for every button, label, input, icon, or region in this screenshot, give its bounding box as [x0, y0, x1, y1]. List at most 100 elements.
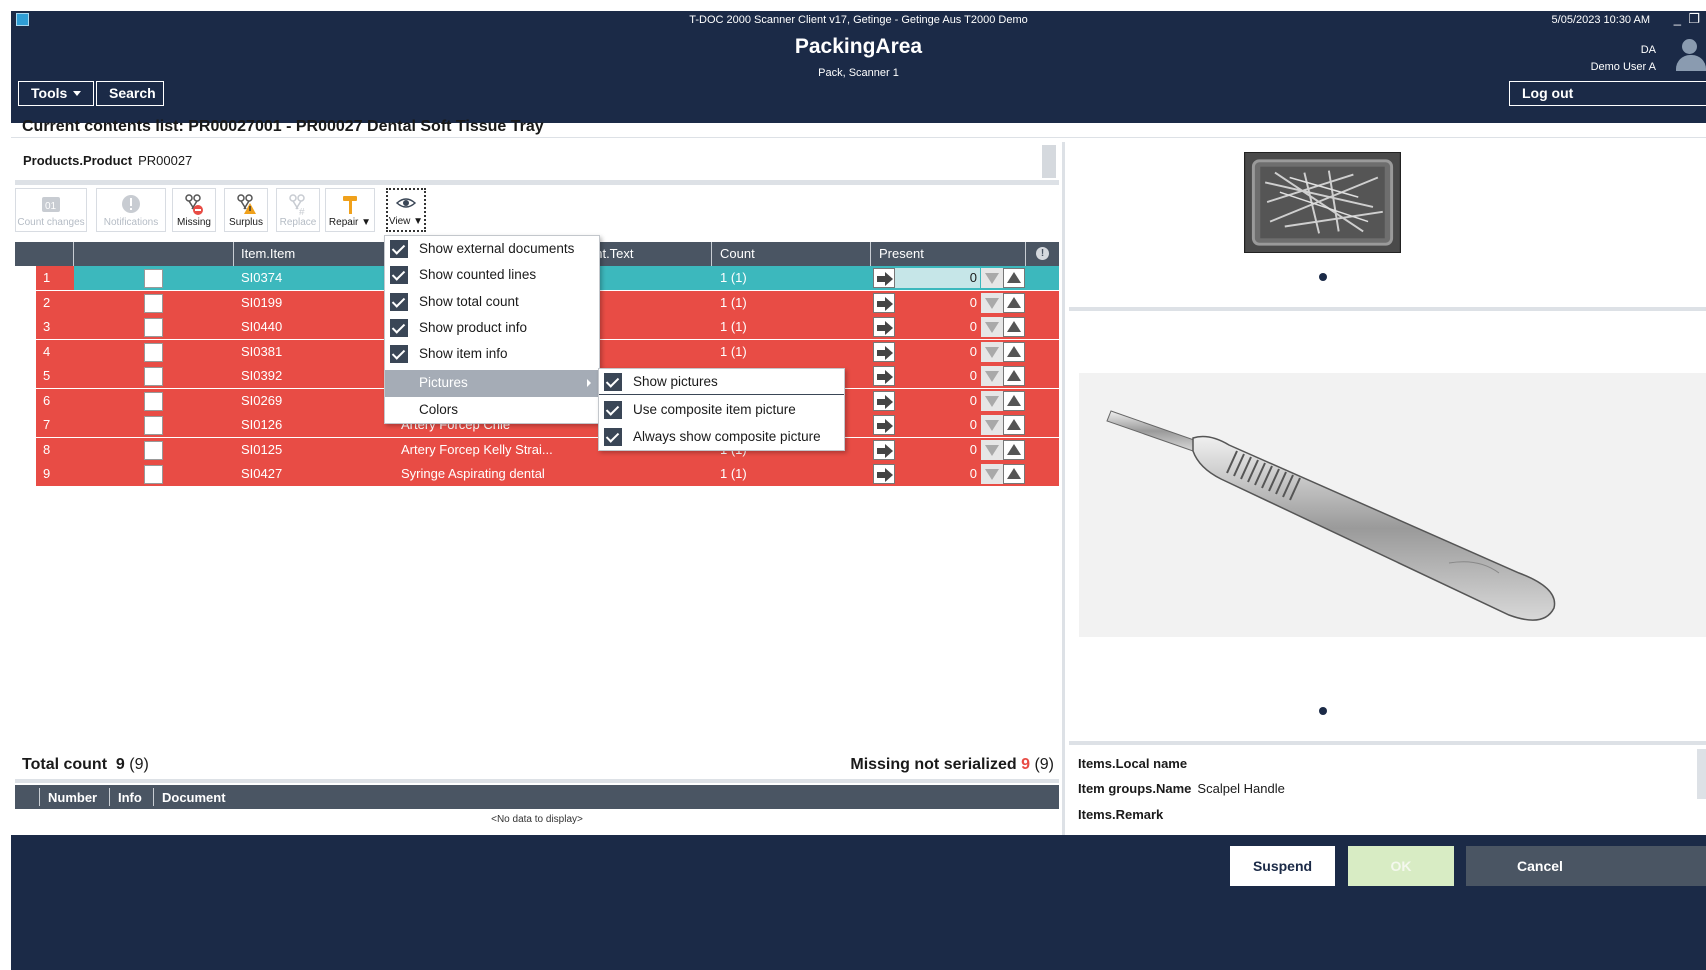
arrow-right-icon[interactable]	[873, 341, 895, 362]
arrow-right-icon[interactable]	[873, 366, 895, 386]
arrow-right-icon[interactable]	[873, 268, 895, 288]
decrement-icon[interactable]	[981, 341, 1003, 362]
increment-icon[interactable]	[1003, 268, 1025, 288]
row-checkbox[interactable]	[144, 269, 163, 288]
present-value[interactable]: 0	[895, 440, 980, 460]
increment-icon[interactable]	[1003, 317, 1025, 337]
row-checkbox[interactable]	[144, 465, 163, 484]
present-value[interactable]: 0	[895, 464, 980, 484]
tools-label: Tools	[31, 85, 68, 101]
menu-item-show-counted-lines[interactable]: Show counted lines	[385, 262, 599, 288]
increment-icon[interactable]	[1003, 366, 1025, 386]
menu-item-show-total-count[interactable]: Show total count	[385, 289, 599, 315]
checkbox-checked-icon[interactable]	[390, 292, 408, 311]
present-value[interactable]: 0	[895, 293, 980, 313]
ok-button[interactable]: OK	[1348, 846, 1454, 886]
panel-divider[interactable]	[1062, 142, 1065, 839]
decrement-icon[interactable]	[981, 268, 1003, 288]
menu-item-show-pictures[interactable]: Show pictures	[599, 369, 844, 396]
present-value[interactable]: 0	[895, 391, 980, 411]
checkbox-checked-icon[interactable]	[390, 345, 408, 364]
surplus-button[interactable]: Surplus	[224, 188, 268, 232]
arrow-right-icon[interactable]	[873, 292, 895, 313]
picture-pager-dot[interactable]	[1319, 707, 1327, 715]
table-row[interactable]: 9 SI0427 Syringe Aspirating dental 1 (1) 0	[15, 462, 1059, 487]
arrow-right-icon[interactable]	[873, 464, 895, 484]
search-button[interactable]: Search	[96, 81, 164, 106]
increment-icon[interactable]	[1003, 439, 1025, 460]
count-changes-button[interactable]: 01 Count changes	[15, 188, 87, 232]
view-button[interactable]: View ▼	[386, 188, 426, 232]
scalpel-handle-picture[interactable]	[1089, 383, 1706, 633]
menu-item-show-product-info[interactable]: Show product info	[385, 315, 599, 341]
info-scrollbar[interactable]	[1697, 749, 1706, 799]
alert-icon: !	[1036, 247, 1049, 260]
repair-button[interactable]: Repair ▼	[325, 188, 375, 232]
row-checkbox[interactable]	[144, 342, 163, 362]
logout-button[interactable]: Log out	[1509, 81, 1706, 106]
tray-picture[interactable]	[1244, 152, 1401, 253]
row-checkbox[interactable]	[144, 391, 163, 411]
column-header-document[interactable]: Document	[162, 790, 226, 805]
arrow-right-icon[interactable]	[873, 390, 895, 411]
row-checkbox[interactable]	[144, 318, 163, 337]
menu-item-show-item-info[interactable]: Show item info	[385, 341, 599, 367]
decrement-icon[interactable]	[981, 439, 1003, 460]
column-header-info[interactable]: Info	[118, 790, 142, 805]
column-header-item[interactable]: Item.Item	[241, 246, 295, 261]
increment-icon[interactable]	[1003, 341, 1025, 362]
decrement-icon[interactable]	[981, 366, 1003, 386]
decrement-icon[interactable]	[981, 390, 1003, 411]
decrement-icon[interactable]	[981, 415, 1003, 435]
decrement-icon[interactable]	[981, 292, 1003, 313]
column-header-present[interactable]: Present	[879, 246, 924, 261]
table-row[interactable]: 8SI0125Artery Forcep Kelly Strai...1 (1)…	[15, 437, 1059, 463]
column-header-count[interactable]: Count	[720, 246, 755, 261]
arrow-right-icon[interactable]	[873, 415, 895, 435]
menu-item-always-show-composite-picture[interactable]: Always show composite picture	[599, 424, 844, 450]
missing-button[interactable]: Missing	[172, 188, 216, 232]
restore-button[interactable]: ❐	[1688, 11, 1700, 27]
cancel-button[interactable]: Cancel	[1466, 846, 1706, 886]
menu-item-use-composite-item-picture[interactable]: Use composite item picture	[599, 397, 844, 423]
present-value[interactable]: 0	[895, 317, 980, 337]
menu-item-show-external-documents[interactable]: Show external documents	[385, 236, 599, 262]
increment-icon[interactable]	[1003, 390, 1025, 411]
arrow-right-icon[interactable]	[873, 317, 895, 337]
checkbox-checked-icon[interactable]	[390, 318, 408, 337]
notifications-label: Notifications	[103, 217, 159, 228]
row-checkbox[interactable]	[144, 367, 163, 386]
increment-icon[interactable]	[1003, 464, 1025, 484]
suspend-button[interactable]: Suspend	[1230, 846, 1335, 886]
arrow-right-icon[interactable]	[873, 439, 895, 460]
checkbox-checked-icon[interactable]	[604, 427, 622, 446]
decrement-icon[interactable]	[981, 317, 1003, 337]
checkbox-checked-icon[interactable]	[390, 266, 408, 285]
row-checkbox[interactable]	[144, 440, 163, 460]
checkbox-checked-icon[interactable]	[390, 240, 408, 258]
menu-item-pictures[interactable]: Pictures	[385, 370, 599, 397]
divider	[11, 137, 1706, 138]
item-cell: SI0269	[241, 392, 283, 408]
present-value[interactable]: 0	[895, 415, 980, 435]
minimize-button[interactable]: _	[1674, 11, 1681, 26]
present-value[interactable]: 0	[895, 268, 980, 288]
decrement-icon[interactable]	[981, 464, 1003, 484]
replace-button[interactable]: # Replace	[276, 188, 320, 232]
present-value[interactable]: 0	[895, 342, 980, 362]
checkbox-checked-icon[interactable]	[604, 401, 622, 420]
tools-button[interactable]: Tools	[18, 81, 94, 106]
present-value[interactable]: 0	[895, 366, 980, 386]
collapse-handle[interactable]	[1042, 145, 1056, 178]
row-checkbox[interactable]	[144, 416, 163, 435]
picture-pager-dot[interactable]	[1319, 273, 1327, 281]
increment-icon[interactable]	[1003, 292, 1025, 313]
menu-item-colors[interactable]: Colors	[385, 397, 599, 423]
notifications-button[interactable]: Notifications	[96, 188, 166, 232]
checkbox-checked-icon[interactable]	[604, 373, 622, 391]
column-header-number[interactable]: Number	[48, 790, 97, 805]
count-changes-label: Count changes	[17, 217, 85, 228]
avatar-icon[interactable]	[1676, 37, 1706, 71]
row-checkbox[interactable]	[144, 293, 163, 313]
increment-icon[interactable]	[1003, 415, 1025, 435]
